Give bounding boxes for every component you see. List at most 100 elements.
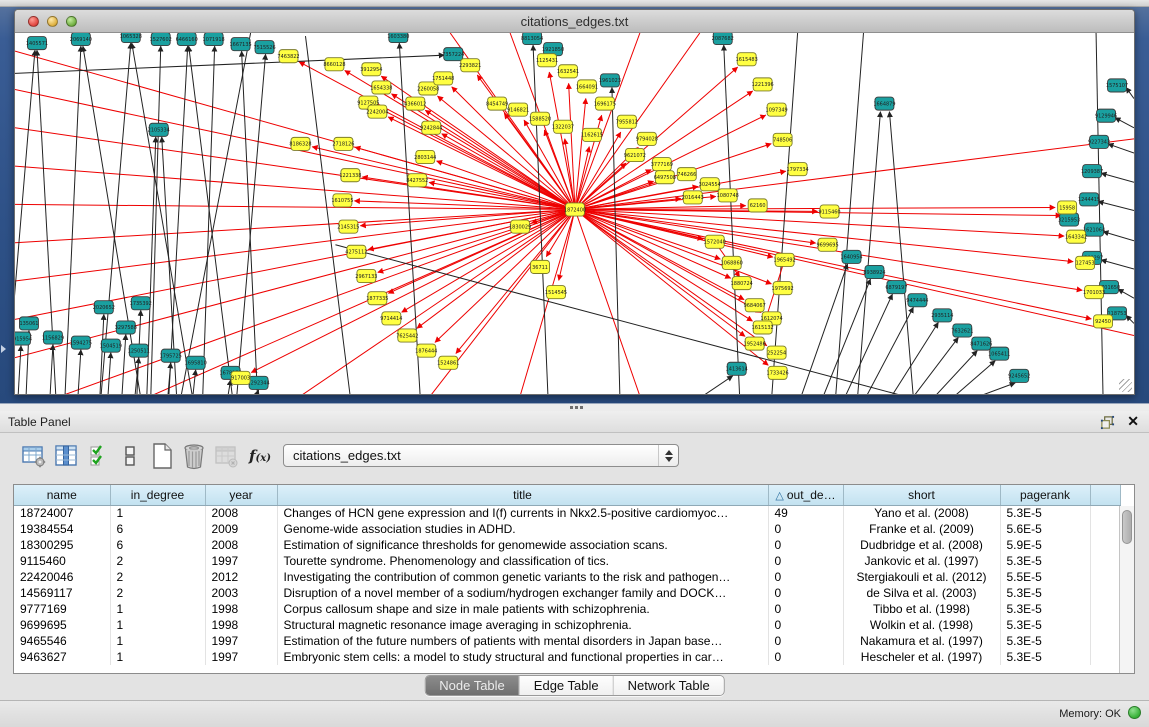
- table-cell[interactable]: 1: [110, 633, 205, 649]
- graph-node[interactable]: 3024554: [699, 178, 721, 191]
- graph-node[interactable]: 2016443: [682, 191, 704, 204]
- graph-node[interactable]: 9129946: [1095, 109, 1117, 122]
- graph-node[interactable]: 1594275: [70, 336, 92, 349]
- table-row[interactable]: 946554611997Estimation of the future num…: [14, 633, 1120, 649]
- graph-node[interactable]: 8186328: [289, 137, 311, 150]
- graph-node[interactable]: 1952486: [744, 337, 766, 350]
- graph-hub-node[interactable]: 1872400: [564, 203, 586, 216]
- table-cell[interactable]: Stergiakouli et al. (2012): [843, 569, 1000, 585]
- graph-node[interactable]: 1880724: [731, 277, 753, 290]
- graph-node[interactable]: 2967133: [355, 269, 377, 282]
- table-cell[interactable]: Jankovic et al. (1997): [843, 553, 1000, 569]
- graph-node[interactable]: 127453: [1076, 256, 1095, 269]
- tab-network-table[interactable]: Network Table: [614, 676, 724, 695]
- checklist-icon[interactable]: [86, 442, 114, 470]
- table-row[interactable]: 2242004622012Investigating the contribut…: [14, 569, 1120, 585]
- graph-node[interactable]: 1575107: [1106, 79, 1128, 92]
- table-cell[interactable]: de Silva et al. (2003): [843, 585, 1000, 601]
- table-cell[interactable]: [1090, 601, 1120, 617]
- table-cell[interactable]: Disruption of a novel member of a sodium…: [277, 585, 768, 601]
- table-cell[interactable]: 0: [768, 569, 843, 585]
- column-header[interactable]: in_degree: [110, 485, 205, 505]
- float-panel-icon[interactable]: [1100, 415, 1115, 430]
- graph-node[interactable]: 1735392: [130, 297, 152, 310]
- graph-node[interactable]: 1701033: [1083, 286, 1105, 299]
- graph-node[interactable]: 1071918: [203, 33, 225, 46]
- graph-node[interactable]: 6879197: [885, 281, 907, 294]
- table-cell[interactable]: 22420046: [14, 569, 110, 585]
- graph-node[interactable]: 1751448: [432, 72, 454, 85]
- table-cell[interactable]: Tourette syndrome. Phenomenology and cla…: [277, 553, 768, 569]
- network-view-window[interactable]: citations_edges.txt 14055712069140106532…: [14, 9, 1135, 395]
- graph-node[interactable]: 1250511: [128, 344, 150, 357]
- table-cell[interactable]: 1: [110, 617, 205, 633]
- graph-node[interactable]: 9115460: [818, 205, 840, 218]
- table-cell[interactable]: 2008: [205, 505, 277, 521]
- trash-icon[interactable]: [180, 442, 208, 470]
- graph-node[interactable]: 1643342: [1065, 230, 1087, 243]
- graph-node[interactable]: 1615483: [736, 53, 758, 66]
- table-cell[interactable]: 2: [110, 585, 205, 601]
- table-cell[interactable]: 6: [110, 537, 205, 553]
- column-header[interactable]: name: [14, 485, 110, 505]
- table-cell[interactable]: [1090, 585, 1120, 601]
- table-cell[interactable]: 9777169: [14, 601, 110, 617]
- graph-node[interactable]: 1527602: [150, 33, 172, 46]
- graph-node[interactable]: 3912954: [360, 63, 382, 76]
- graph-node[interactable]: 1292344: [247, 376, 269, 389]
- graph-node[interactable]: 3297588: [115, 321, 137, 334]
- graph-node[interactable]: 1162615: [581, 128, 603, 141]
- graph-node[interactable]: 4366012: [404, 97, 426, 110]
- graph-node[interactable]: 2242004: [366, 105, 388, 118]
- graph-node[interactable]: 9474444: [906, 294, 928, 307]
- table-row[interactable]: 946362711997Embryonic stem cells: a mode…: [14, 649, 1120, 665]
- column-header[interactable]: short: [843, 485, 1000, 505]
- table-cell[interactable]: 2: [110, 569, 205, 585]
- table-cell[interactable]: 5.9E-5: [1000, 537, 1090, 553]
- graph-node[interactable]: 1524861: [437, 356, 459, 369]
- graph-node[interactable]: 7357224: [442, 48, 464, 61]
- table-cell[interactable]: 1998: [205, 601, 277, 617]
- table-cell[interactable]: Tibbo et al. (1998): [843, 601, 1000, 617]
- graph-node[interactable]: 1830029: [509, 220, 531, 233]
- graph-node[interactable]: 8427552: [406, 174, 428, 187]
- rows-icon[interactable]: [116, 442, 144, 470]
- graph-node[interactable]: 1065411: [988, 347, 1010, 360]
- table-cell[interactable]: 5.3E-5: [1000, 585, 1090, 601]
- table-cell[interactable]: [1090, 617, 1120, 633]
- tab-node-table[interactable]: Node Table: [425, 676, 520, 695]
- graph-node[interactable]: 2803144: [414, 150, 436, 163]
- table-cell[interactable]: 0: [768, 585, 843, 601]
- table-row[interactable]: 1456911722003Disruption of a novel membe…: [14, 585, 1120, 601]
- table-cell[interactable]: 2003: [205, 585, 277, 601]
- graph-node[interactable]: 6466160: [176, 33, 198, 46]
- graph-node[interactable]: 1322037: [552, 120, 574, 133]
- graph-node[interactable]: 1733426: [767, 366, 789, 379]
- graph-node[interactable]: 7632621: [951, 324, 973, 337]
- graph-node[interactable]: 9245652: [1008, 369, 1030, 382]
- graph-node[interactable]: 8660128: [323, 58, 345, 71]
- table-cell[interactable]: 1: [110, 601, 205, 617]
- graph-node[interactable]: 8454749: [486, 97, 508, 110]
- table-cell[interactable]: 5.3E-5: [1000, 505, 1090, 521]
- graph-node[interactable]: 7625442: [396, 329, 418, 342]
- graph-node[interactable]: 1797334: [787, 163, 809, 176]
- graph-node[interactable]: 1588520: [529, 112, 551, 125]
- graph-node[interactable]: 3915954: [15, 332, 32, 345]
- graph-node[interactable]: 1696175: [594, 97, 616, 110]
- table-column-icon[interactable]: [52, 442, 80, 470]
- resize-grip-icon[interactable]: [1119, 379, 1132, 392]
- graph-node[interactable]: 1632541: [557, 65, 579, 78]
- graph-node[interactable]: 1125431: [536, 54, 558, 67]
- table-cell[interactable]: 9463627: [14, 649, 110, 665]
- table-cell[interactable]: Embryonic stem cells: a model to study s…: [277, 649, 768, 665]
- network-window-titlebar[interactable]: citations_edges.txt: [15, 10, 1134, 33]
- table-cell[interactable]: 0: [768, 601, 843, 617]
- close-panel-icon[interactable]: ✕: [1127, 413, 1139, 430]
- table-cell[interactable]: Investigating the contribution of common…: [277, 569, 768, 585]
- graph-node[interactable]: 7955812: [616, 115, 638, 128]
- table-cell[interactable]: 9699695: [14, 617, 110, 633]
- table-cell[interactable]: 0: [768, 617, 843, 633]
- table-cell[interactable]: 5.3E-5: [1000, 601, 1090, 617]
- graph-node[interactable]: 2087682: [712, 33, 734, 45]
